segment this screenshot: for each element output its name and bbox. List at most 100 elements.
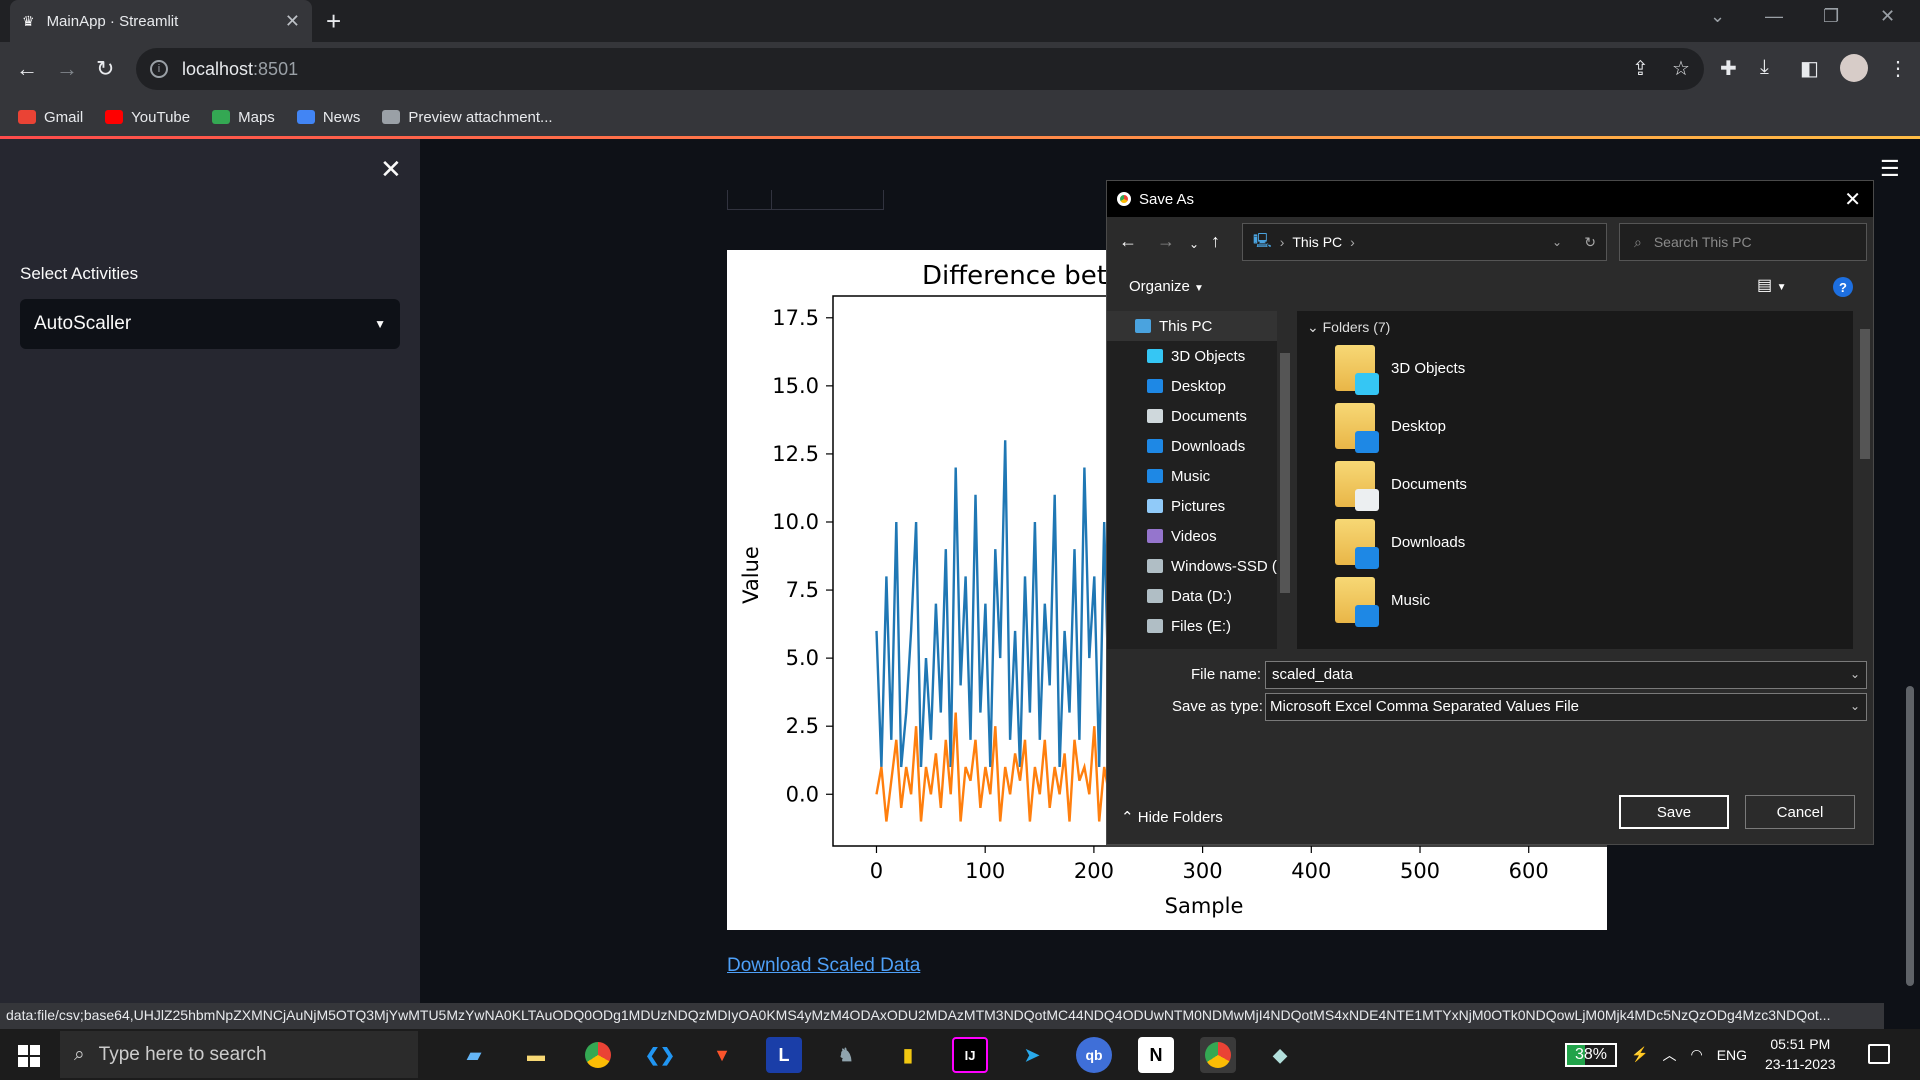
hamburger-menu-icon[interactable]: ☰ (1880, 156, 1900, 182)
tree-item[interactable]: Documents (1107, 401, 1277, 431)
windows-start-icon[interactable] (18, 1045, 40, 1067)
file-name-input[interactable]: scaled_data ⌄ (1265, 661, 1867, 689)
bookmark-item[interactable]: Gmail (18, 109, 83, 126)
show-hidden-icons-icon[interactable]: ︿ (1662, 1045, 1676, 1065)
letter-l-app-icon[interactable]: L (766, 1037, 802, 1073)
bookmark-item[interactable]: YouTube (105, 109, 190, 126)
folder-item[interactable]: Downloads (1297, 513, 1837, 571)
folder-item[interactable]: Music (1297, 571, 1837, 629)
cancel-button[interactable]: Cancel (1745, 795, 1855, 829)
tab-search-icon[interactable]: ⌄ (1710, 6, 1725, 27)
tree-item[interactable]: Music (1107, 461, 1277, 491)
up-folder-icon[interactable]: ↑ (1211, 231, 1220, 252)
app-window-icon[interactable]: ◆ (1262, 1037, 1298, 1073)
download-scaled-data-link[interactable]: Download Scaled Data (727, 955, 920, 977)
chevron-down-icon[interactable]: ⌄ (1850, 667, 1860, 681)
breadcrumb-chevron-icon[interactable]: › (1350, 234, 1355, 250)
language-indicator[interactable]: ENG (1717, 1047, 1747, 1063)
profile-avatar[interactable] (1840, 54, 1868, 82)
tree-item[interactable]: Pictures (1107, 491, 1277, 521)
recent-locations-icon[interactable]: ⌄ (1189, 237, 1199, 251)
tree-item[interactable]: Desktop (1107, 371, 1277, 401)
tree-item[interactable]: 3D Objects (1107, 341, 1277, 371)
reload-icon[interactable]: ↻ (96, 56, 114, 82)
powerbi-icon[interactable]: ▮ (890, 1037, 926, 1073)
minimize-icon[interactable]: — (1765, 6, 1783, 27)
folder-item[interactable]: Documents (1297, 455, 1837, 513)
tree-item[interactable]: Windows-SSD ( (1107, 551, 1277, 581)
bookmark-item[interactable]: News (296, 109, 360, 126)
page-scrollbar[interactable] (1906, 686, 1914, 986)
tree-scroll-thumb[interactable] (1280, 353, 1290, 593)
dialog-close-icon[interactable]: ✕ (1844, 187, 1861, 212)
folder-item[interactable]: Desktop (1297, 397, 1837, 455)
brave-icon[interactable]: ▼ (704, 1037, 740, 1073)
postgres-icon[interactable]: ♞ (828, 1037, 864, 1073)
wifi-icon[interactable]: ◠ (1690, 1046, 1702, 1063)
bookmark-star-icon[interactable]: ☆ (1672, 56, 1690, 81)
breadcrumb-this-pc[interactable]: This PC (1292, 234, 1342, 250)
file-manager-app-icon[interactable]: ▰ (456, 1037, 492, 1073)
pc-icon (1135, 319, 1151, 333)
dialog-search-input[interactable]: ⌕ Search This PC (1619, 223, 1867, 261)
new-tab-icon[interactable]: + (326, 6, 341, 37)
dialog-address-bar[interactable]: 🖳 › This PC › ⌄ ↻ (1242, 223, 1607, 261)
menu-icon[interactable]: ⋮ (1888, 56, 1908, 81)
search-icon: ⌕ (74, 1043, 85, 1065)
chrome-app-icon[interactable] (580, 1037, 616, 1073)
close-window-icon[interactable]: ✕ (1880, 6, 1895, 27)
bookmark-item[interactable]: Preview attachment... (382, 109, 553, 126)
dialog-titlebar[interactable]: Save As (1107, 181, 1873, 217)
site-info-icon[interactable]: i (150, 60, 168, 78)
clock[interactable]: 05:51 PM 23-11-2023 (1765, 1034, 1836, 1074)
y-tick-label: 2.5 (786, 714, 819, 738)
help-icon[interactable]: ? (1833, 277, 1853, 297)
extensions-icon[interactable]: ✚ (1720, 56, 1737, 81)
notifications-icon[interactable] (1868, 1044, 1890, 1064)
content-scroll-thumb[interactable] (1860, 329, 1870, 459)
dialog-forward-icon[interactable]: → (1157, 231, 1175, 252)
clock-date: 23-11-2023 (1765, 1056, 1836, 1072)
bookmark-item[interactable]: Maps (212, 109, 275, 126)
address-bar[interactable]: i localhost :8501 (136, 48, 1704, 90)
folder-item[interactable]: 3D Objects (1297, 339, 1837, 397)
folders-group-header[interactable]: ⌄ Folders (7) (1307, 319, 1390, 336)
notion-icon[interactable]: N (1138, 1037, 1174, 1073)
save-type-select[interactable]: Microsoft Excel Comma Separated Values F… (1265, 693, 1867, 721)
tree-item[interactable]: Data (D:) (1107, 581, 1277, 611)
folder-icon (1335, 345, 1379, 395)
chrome-active-icon[interactable] (1200, 1037, 1236, 1073)
telegram-icon[interactable]: ➤ (1014, 1037, 1050, 1073)
battery-indicator[interactable]: 38% (1565, 1042, 1618, 1067)
close-sidebar-icon[interactable]: ✕ (380, 154, 402, 185)
activity-select[interactable]: AutoScaller ▼ (20, 299, 400, 349)
url-port: :8501 (253, 58, 299, 79)
restore-icon[interactable]: ❐ (1823, 6, 1839, 27)
close-tab-icon[interactable]: ✕ (285, 11, 300, 32)
vscode-icon[interactable]: ❮❯ (642, 1037, 678, 1073)
browser-tab[interactable]: ♛ MainApp · Streamlit ✕ (10, 0, 312, 42)
tree-item[interactable]: This PC (1107, 311, 1277, 341)
hide-folders-button[interactable]: ⌃ Hide Folders (1121, 808, 1223, 826)
save-button[interactable]: Save (1619, 795, 1729, 829)
side-panel-icon[interactable]: ◧ (1800, 56, 1819, 81)
share-icon[interactable]: ⇪ (1632, 56, 1649, 81)
y-tick-label: 17.5 (772, 306, 819, 330)
address-dropdown-icon[interactable]: ⌄ (1552, 235, 1562, 249)
tree-item[interactable]: Downloads (1107, 431, 1277, 461)
back-icon[interactable]: ← (16, 56, 38, 82)
download-icon[interactable]: ⤓ (1760, 56, 1769, 79)
qbittorrent-icon[interactable]: qb (1076, 1037, 1112, 1073)
tree-item[interactable]: Files (E:) (1107, 611, 1277, 641)
taskbar-search[interactable]: ⌕ Type here to search (60, 1031, 418, 1078)
save-as-dialog: Save As ✕ ← → ⌄ ↑ 🖳 › This PC › ⌄ ↻ ⌕ Se… (1106, 180, 1874, 845)
organize-button[interactable]: Organize ▼ (1129, 278, 1204, 295)
tree-item-label: 3D Objects (1171, 347, 1246, 365)
forward-icon[interactable]: → (56, 56, 78, 82)
jetbrains-icon[interactable]: IJ (952, 1037, 988, 1073)
dialog-back-icon[interactable]: ← (1119, 231, 1137, 252)
tree-item[interactable]: Videos (1107, 521, 1277, 551)
change-view-button[interactable]: ▤ ▼ (1757, 275, 1786, 295)
file-explorer-icon[interactable]: ▬ (518, 1037, 554, 1073)
refresh-icon[interactable]: ↻ (1584, 234, 1596, 251)
